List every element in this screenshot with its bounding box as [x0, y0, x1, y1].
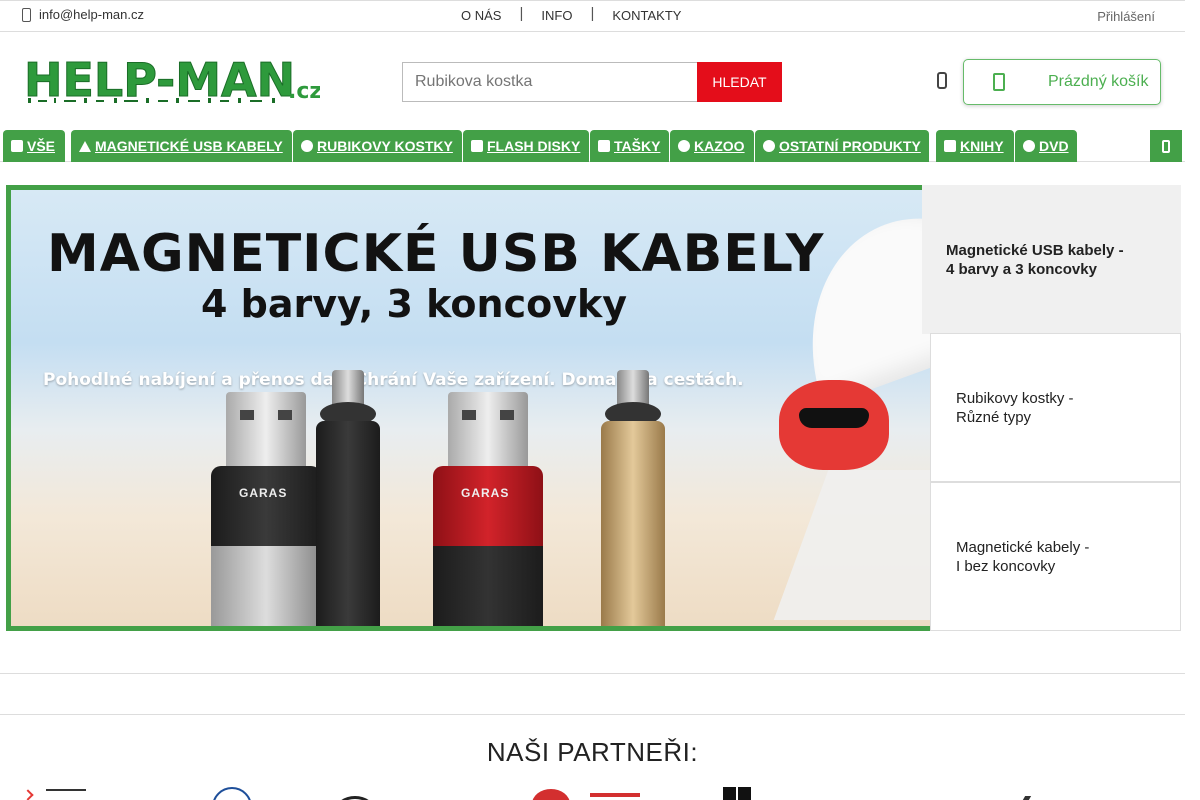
cart-icon — [993, 73, 1005, 91]
category-label: TAŠKY — [614, 138, 661, 154]
logo-text: HELP-MAN — [24, 56, 295, 104]
cart-label: Prázdný košík — [1048, 73, 1149, 90]
top-bar: info@help-man.cz O NÁS | INFO | KONTAKTY… — [0, 0, 1185, 32]
category-label: DVD — [1039, 138, 1069, 154]
search-form: HLEDAT — [402, 62, 782, 102]
slide-tab-rubik-cubes[interactable]: Rubikovy kostky - Různé typy — [930, 333, 1181, 482]
section-divider — [0, 673, 1185, 674]
brain-icon — [301, 140, 313, 152]
partner-logo[interactable] — [212, 787, 252, 800]
category-books[interactable]: KNIHY — [936, 130, 1014, 162]
category-nav: VŠE MAGNETICKÉ USB KABELY RUBIKOVY KOSTK… — [0, 130, 1185, 162]
beach-chair-graphic — [773, 470, 934, 620]
category-menu-button[interactable] — [1150, 130, 1182, 162]
logo-graphic: HELP-MAN .cz — [24, 53, 323, 108]
brand-label: GARAS — [461, 486, 510, 500]
slide-tab-subtitle: Různé typy — [956, 408, 1032, 426]
slide-tab-title: Magnetické USB kabely - — [946, 241, 1124, 259]
menu-icon — [1162, 139, 1170, 153]
cart-button[interactable]: Prázdný košík — [963, 59, 1161, 105]
nav-separator: | — [590, 5, 595, 22]
flash-drive-icon — [471, 140, 483, 152]
top-nav: O NÁS | INFO | KONTAKTY — [461, 5, 681, 24]
partner-logo[interactable] — [723, 787, 753, 800]
partners-heading: NAŠI PARTNEŘI: — [486, 737, 699, 767]
phone-icon — [22, 7, 31, 22]
magnetic-tip-micro — [316, 366, 380, 626]
bag-icon — [598, 140, 610, 152]
category-bags[interactable]: TAŠKY — [590, 130, 669, 162]
login-link[interactable]: Přihlášení — [1097, 9, 1155, 24]
slide-tab-magnetic-cables[interactable]: Magnetické kabely - I bez koncovky — [930, 482, 1181, 631]
contact-email[interactable]: info@help-man.cz — [22, 7, 144, 22]
category-flash-drives[interactable]: FLASH DISKY — [463, 130, 589, 162]
banner-title: MAGNETICKÉ USB KABELY — [47, 224, 825, 284]
category-label: KNIHY — [960, 138, 1004, 154]
slide-tab-title: Rubikovy kostky - — [956, 389, 1074, 407]
category-label: OSTATNÍ PRODUKTY — [779, 138, 921, 154]
category-magnetic-usb-cables[interactable]: MAGNETICKÉ USB KABELY — [71, 130, 292, 162]
book-icon — [944, 140, 956, 152]
section-divider — [0, 714, 1185, 715]
search-input[interactable] — [402, 62, 697, 102]
slide-tab-subtitle: 4 barvy a 3 koncovky — [946, 260, 1097, 278]
category-other-products[interactable]: OSTATNÍ PRODUKTY — [755, 130, 929, 162]
share-icon — [11, 140, 23, 152]
crab-mascot — [779, 380, 889, 470]
partner-logo[interactable] — [1020, 787, 1040, 800]
nav-link-about[interactable]: O NÁS — [461, 8, 501, 23]
category-dvd[interactable]: DVD — [1015, 130, 1077, 162]
category-label: FLASH DISKY — [487, 138, 581, 154]
nav-separator: | — [519, 5, 524, 22]
banner-subtitle: 4 barvy, 3 koncovky — [201, 282, 628, 326]
hero-banner[interactable]: MAGNETICKÉ USB KABELY 4 barvy, 3 koncovk… — [6, 185, 934, 631]
logo-tld: .cz — [288, 79, 320, 104]
umbrella-graphic — [772, 190, 934, 407]
slide-tab-magnetic-usb-cables[interactable]: Magnetické USB kabely - 4 barvy a 3 konc… — [922, 185, 1181, 334]
usb-icon — [79, 140, 91, 152]
partner-logo[interactable] — [24, 787, 124, 800]
search-button[interactable]: HLEDAT — [697, 62, 782, 102]
nav-link-info[interactable]: INFO — [541, 8, 572, 23]
nav-link-contacts[interactable]: KONTAKTY — [612, 8, 681, 23]
user-icon[interactable] — [937, 72, 947, 89]
cable-usb-silver: GARAS — [211, 366, 321, 626]
hero-banner-image: MAGNETICKÉ USB KABELY 4 barvy, 3 koncovk… — [11, 190, 934, 626]
brand-label: GARAS — [239, 486, 288, 500]
magnetic-tip-usbc — [601, 366, 665, 626]
partner-logo[interactable] — [532, 787, 642, 800]
music-icon — [678, 140, 690, 152]
bicycle-icon — [763, 140, 775, 152]
contact-email-text: info@help-man.cz — [39, 7, 144, 22]
slide-tab-subtitle: I bez koncovky — [956, 557, 1056, 575]
category-label: MAGNETICKÉ USB KABELY — [95, 138, 283, 154]
cable-usb-red: GARAS — [433, 366, 543, 626]
disc-icon — [1023, 140, 1035, 152]
partner-logo[interactable] — [335, 787, 425, 800]
category-all[interactable]: VŠE — [3, 130, 65, 162]
slide-tab-title: Magnetické kabely - — [956, 538, 1090, 556]
category-rubik-cubes[interactable]: RUBIKOVY KOSTKY — [293, 130, 462, 162]
category-label: VŠE — [27, 138, 56, 154]
site-logo[interactable]: HELP-MAN .cz — [24, 53, 323, 108]
category-kazoo[interactable]: KAZOO — [670, 130, 754, 162]
category-label: KAZOO — [694, 138, 745, 154]
category-label: RUBIKOVY KOSTKY — [317, 138, 453, 154]
